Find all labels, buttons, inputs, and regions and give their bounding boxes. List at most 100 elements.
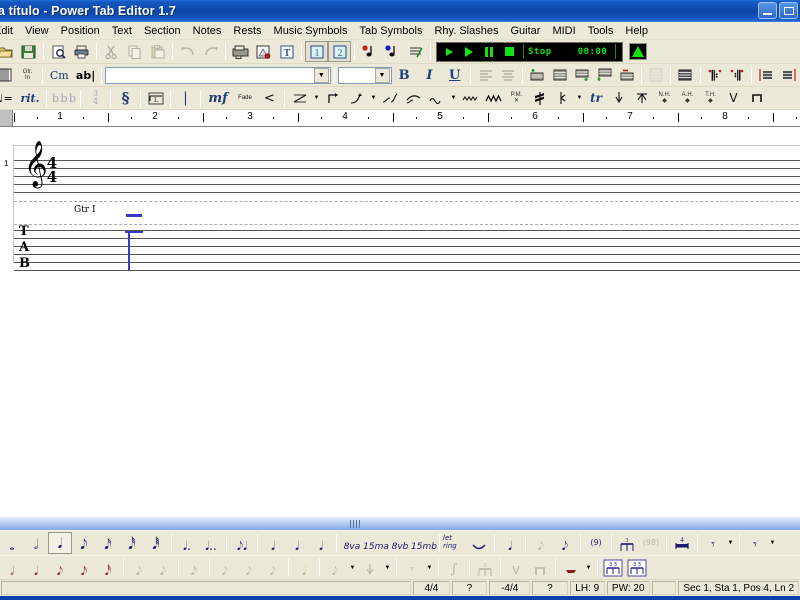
staccato-button[interactable]: 𝅘𝅥 bbox=[498, 532, 522, 554]
half-note-button[interactable]: 𝅗𝅥 bbox=[24, 532, 48, 554]
copy-button[interactable] bbox=[123, 41, 146, 62]
print-preview-button[interactable] bbox=[47, 41, 70, 62]
menu-item-position[interactable]: Position bbox=[55, 24, 106, 38]
dotted-note-button[interactable]: 𝅘𝅥. bbox=[175, 532, 199, 554]
double-dotted-note-button[interactable]: 𝅘𝅥.. bbox=[199, 532, 223, 554]
lyrics-button[interactable]: T bbox=[275, 41, 298, 62]
staff-full-button[interactable] bbox=[548, 65, 570, 86]
palm-mute-button[interactable]: P.M. ✕ bbox=[505, 88, 528, 109]
tempo-marker-button[interactable]: ♩= bbox=[0, 88, 17, 109]
slash-marcato-button[interactable]: 𝅘𝅥𝅮 bbox=[237, 557, 261, 579]
rest-2-dropdown[interactable]: ▼ bbox=[767, 532, 778, 554]
guitar-in-button[interactable]: Gtr. In bbox=[16, 65, 38, 86]
slide-in-button[interactable] bbox=[288, 88, 311, 109]
file-info-button[interactable] bbox=[229, 41, 252, 62]
rest-button[interactable]: 𝄾 bbox=[701, 532, 725, 554]
sixteenth-note-button[interactable]: 𝅘𝅥𝅯 bbox=[96, 532, 120, 554]
menu-item-edit[interactable]: Edit bbox=[0, 24, 19, 38]
menu-item-help[interactable]: Help bbox=[619, 24, 654, 38]
accent-button[interactable]: 𝅘𝅥 bbox=[261, 532, 285, 554]
slash-arpeggio-up-button[interactable]: 𝅘𝅥𝅮 bbox=[323, 557, 347, 579]
music-system[interactable]: 1 𝄞 4 4 Gtr I T A B bbox=[4, 144, 800, 271]
triplet-feel-2-button[interactable]: 3 3 bbox=[625, 557, 649, 579]
dynamic-button[interactable]: mf bbox=[204, 88, 232, 109]
slash-arpeggio-up-dropdown[interactable]: ▼ bbox=[347, 557, 358, 579]
italic-button[interactable]: I bbox=[417, 65, 442, 86]
tremolo-bar-dropdown[interactable]: ▼ bbox=[574, 87, 585, 109]
slash-arpeggio-down-button[interactable] bbox=[358, 557, 382, 579]
slash-sforzando-button[interactable]: 𝅘𝅥𝅮 bbox=[261, 557, 285, 579]
slash-double-dotted-button[interactable]: 𝅘𝅥𝅮 bbox=[151, 557, 175, 579]
tremolo-picking-button[interactable] bbox=[528, 88, 551, 109]
redo-button[interactable] bbox=[199, 41, 222, 62]
marcato-button[interactable]: 𝅘𝅥 bbox=[285, 532, 309, 554]
rit-button[interactable]: rit. bbox=[17, 88, 43, 109]
pick-stroke-up-button[interactable] bbox=[630, 88, 653, 109]
rest-dropdown[interactable]: ▼ bbox=[725, 532, 736, 554]
menu-item-music-symbols[interactable]: Music Symbols bbox=[268, 24, 354, 38]
triplet-button[interactable]: 3 bbox=[615, 532, 639, 554]
tuning-button[interactable] bbox=[404, 41, 427, 62]
tremolo-bar-button[interactable] bbox=[551, 88, 574, 109]
slash-rest-dropdown[interactable]: ▼ bbox=[424, 557, 435, 579]
slash-quarter-button[interactable]: 𝅘𝅥𝅮 bbox=[48, 557, 72, 579]
slash-rest-button[interactable]: 𝄾 bbox=[400, 557, 424, 579]
segno-button[interactable]: § bbox=[114, 88, 137, 109]
minimize-button[interactable] bbox=[758, 2, 777, 19]
remove-note-button[interactable] bbox=[381, 41, 404, 62]
slash-arpeggio-down-dropdown[interactable]: ▼ bbox=[382, 557, 393, 579]
grace-note-button[interactable]: 𝅘𝅥𝅮 bbox=[529, 532, 553, 554]
slash-eighth-button[interactable]: 𝅘𝅥𝅯 bbox=[72, 557, 96, 579]
maximize-button[interactable] bbox=[779, 2, 798, 19]
slide-out-button[interactable] bbox=[379, 88, 402, 109]
bold-button[interactable]: B bbox=[392, 65, 417, 86]
print-button[interactable] bbox=[70, 41, 93, 62]
sixtyfourth-note-button[interactable]: 𝅘𝅥𝅱 bbox=[144, 532, 168, 554]
square-stroke-button[interactable] bbox=[745, 88, 768, 109]
key-signature-button[interactable]: b b b bbox=[50, 88, 77, 109]
wide-vibrato-button[interactable] bbox=[482, 88, 505, 109]
thirtysecond-note-button[interactable]: 𝅘𝅥𝅰 bbox=[120, 532, 144, 554]
menu-item-text[interactable]: Text bbox=[106, 24, 138, 38]
slash-tied-button[interactable]: 𝅘𝅥𝅯 bbox=[182, 557, 206, 579]
menu-item-rests[interactable]: Rests bbox=[227, 24, 267, 38]
staff-blank-button[interactable] bbox=[645, 65, 667, 86]
ghost-note-button[interactable]: (9) bbox=[584, 532, 608, 554]
menu-item-tab-symbols[interactable]: Tab Symbols bbox=[354, 24, 429, 38]
chevron-down-icon[interactable]: ▼ bbox=[313, 67, 329, 83]
open-button[interactable] bbox=[0, 41, 17, 62]
slash-accent-button[interactable]: 𝅘𝅥𝅮 bbox=[213, 557, 237, 579]
align-left-button[interactable] bbox=[474, 65, 496, 86]
trill-dropdown[interactable]: ▼ bbox=[448, 87, 459, 109]
menu-item-guitar[interactable]: Guitar bbox=[504, 24, 546, 38]
staff-add-bottom-button[interactable] bbox=[571, 65, 593, 86]
octave-8va-button[interactable]: 8va bbox=[340, 532, 364, 554]
crescendo-button[interactable]: < bbox=[258, 88, 281, 109]
slash-square-button[interactable] bbox=[528, 557, 552, 579]
save-button[interactable] bbox=[17, 41, 40, 62]
repeat-start-button[interactable]: 𝄆 bbox=[704, 65, 726, 86]
staff-2-button[interactable]: 2 bbox=[328, 41, 351, 62]
pick-stroke-down-button[interactable] bbox=[607, 88, 630, 109]
slash-staccato-button[interactable]: 𝅘𝅥 bbox=[292, 557, 316, 579]
staff-1-button[interactable]: 1 bbox=[305, 41, 328, 62]
add-note-button[interactable] bbox=[358, 41, 381, 62]
hammer-on-button[interactable] bbox=[322, 88, 345, 109]
tie-button[interactable] bbox=[467, 532, 491, 554]
slash-dotted-button[interactable]: 𝅘𝅥𝅮 bbox=[127, 557, 151, 579]
score-canvas[interactable]: 1 𝄞 4 4 Gtr I T A B bbox=[0, 136, 800, 520]
staff-add-top-button[interactable] bbox=[526, 65, 548, 86]
multibar-rest-button[interactable]: 4 bbox=[670, 532, 694, 554]
natural-harmonic-button[interactable]: N.H. ◆ bbox=[653, 88, 676, 109]
slide-dropdown[interactable]: ▼ bbox=[311, 87, 322, 109]
barline-button[interactable]: | bbox=[174, 88, 197, 109]
paste-button[interactable] bbox=[146, 41, 169, 62]
multibar-button[interactable]: (98) bbox=[639, 532, 663, 554]
octave-8vb-button[interactable]: 8vb bbox=[388, 532, 412, 554]
v-stroke-button[interactable]: V bbox=[722, 88, 745, 109]
let-ring-button[interactable]: let ring bbox=[443, 532, 467, 554]
underline-button[interactable]: U bbox=[442, 65, 467, 86]
font-family-combo[interactable]: ▼ bbox=[105, 66, 331, 84]
trill-curve-button[interactable] bbox=[425, 88, 448, 109]
undo-button[interactable] bbox=[176, 41, 199, 62]
